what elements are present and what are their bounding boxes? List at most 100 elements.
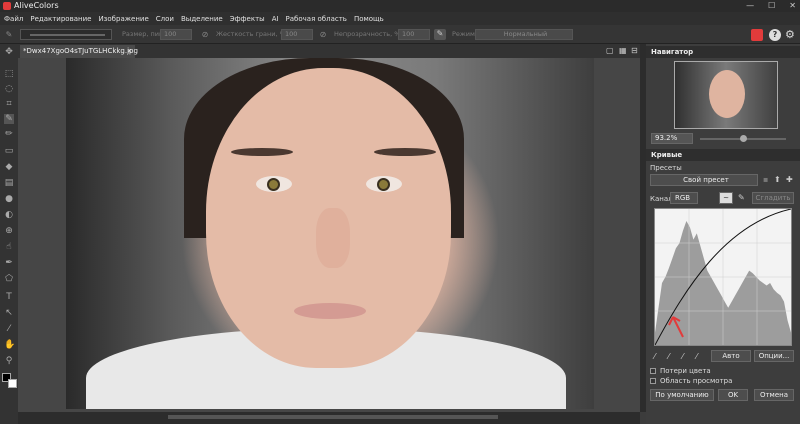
eyedropper-tool-icon[interactable]: ⁄ — [4, 324, 14, 334]
horizontal-scroll-thumb[interactable] — [168, 415, 498, 419]
menu-edit[interactable]: Редактирование — [30, 15, 91, 23]
brush-tool-icon[interactable]: ✎ — [4, 114, 14, 124]
menu-ai[interactable]: AI — [272, 15, 279, 23]
blend-mode-dropdown[interactable]: Нормальный — [475, 29, 573, 40]
photo-left-eye — [256, 176, 292, 192]
color-loss-label: Потери цвета — [660, 367, 711, 375]
fill-tool-icon[interactable]: ◆ — [4, 162, 14, 172]
pressure-hardness-icon[interactable]: ⊘ — [318, 30, 328, 39]
curves-graph[interactable] — [654, 208, 792, 346]
portrait-photo[interactable] — [66, 58, 594, 409]
right-panel: Навигатор 93.2% Кривые Пресеты Свой прес… — [646, 44, 800, 424]
app-title: AliveColors — [14, 1, 59, 10]
zoom-slider-knob[interactable] — [740, 135, 747, 142]
menu-layers[interactable]: Слои — [156, 15, 174, 23]
pressure-size-icon[interactable]: ⊘ — [200, 30, 210, 39]
preview-area-checkbox[interactable] — [650, 378, 656, 384]
maximize-button[interactable]: ☐ — [768, 0, 775, 12]
pressure-opacity-icon[interactable]: ✎ — [434, 29, 446, 40]
options-button[interactable]: Опции... — [754, 350, 794, 362]
minimize-button[interactable]: — — [746, 0, 754, 12]
navigator-thumbnail[interactable] — [674, 61, 778, 129]
menu-image[interactable]: Изображение — [98, 15, 148, 23]
preview-area-label: Область просмотра — [660, 377, 733, 385]
menu-file[interactable]: Файл — [4, 15, 23, 23]
hand-tool-icon[interactable]: ✋ — [4, 340, 15, 350]
dodge-tool-icon[interactable]: ◐ — [4, 210, 14, 220]
gradient-tool-icon[interactable]: ▤ — [4, 178, 14, 188]
app-logo-icon — [3, 2, 11, 10]
cancel-button[interactable]: Отмена — [754, 389, 794, 401]
opacity-input[interactable]: 100 — [398, 29, 430, 40]
eraser-tool-icon[interactable]: ▭ — [4, 146, 14, 156]
close-button[interactable]: ✕ — [789, 0, 796, 12]
auto-button[interactable]: Авто — [711, 350, 751, 362]
navigator-header: Навигатор — [646, 46, 800, 58]
ok-button[interactable]: OK — [718, 389, 748, 401]
arrange-icon[interactable]: ⊟ — [631, 46, 638, 55]
opacity-label: Непрозрачность, % — [334, 30, 401, 38]
color-loss-checkbox[interactable] — [650, 368, 656, 374]
photo-mouth — [294, 303, 366, 319]
mode-label: Режим — [452, 30, 475, 38]
photo-left-brow — [231, 148, 293, 156]
smooth-button[interactable]: Сгладить — [752, 192, 794, 204]
save-preset-icon[interactable]: ⬆ — [774, 175, 781, 184]
marquee-tool-icon[interactable]: ⬚ — [4, 69, 14, 79]
background-color-swatch[interactable] — [8, 379, 17, 388]
menu-effects[interactable]: Эффекты — [230, 15, 265, 23]
document-tab-title: *Dwx47XgoO4sTJuTGLHCkkg.jpg — [23, 47, 138, 55]
document-tab[interactable]: *Dwx47XgoO4sTJuTGLHCkkg.jpg ✕ — [20, 45, 138, 58]
hardness-label: Жесткость грани, % — [216, 30, 286, 38]
notification-icon[interactable] — [751, 29, 763, 41]
menu-bar: Файл Редактирование Изображение Слои Выд… — [0, 12, 800, 25]
presets-label: Пресеты — [650, 164, 682, 172]
tools-panel: ✥ ⬚ ◌ ⌗ ✎ ✏ ▭ ◆ ▤ ● ◐ ⊕ ☝ ✒ ⬠ T ↖ ⁄ ✋ ⚲ — [0, 44, 18, 424]
brush-preset-picker[interactable] — [20, 29, 112, 40]
text-tool-icon[interactable]: T — [4, 292, 14, 302]
menu-help[interactable]: Помощь — [354, 15, 384, 23]
add-preset-icon[interactable]: ✚ — [786, 175, 793, 184]
size-input[interactable]: 100 — [160, 29, 192, 40]
default-button[interactable]: По умолчанию — [650, 389, 714, 401]
zoom-dropdown[interactable]: 93.2% — [651, 133, 693, 144]
hardness-input[interactable]: 100 — [281, 29, 313, 40]
black-point-eyedropper-icon[interactable]: ⁄ — [654, 352, 655, 361]
curve-point-eyedropper-icon[interactable]: ⁄ — [696, 352, 697, 361]
channel-dropdown[interactable]: RGB — [670, 192, 698, 204]
blur-tool-icon[interactable]: ● — [4, 194, 14, 204]
options-bar: ✎ Размер, пикс 100 ⊘ Жесткость грани, % … — [0, 25, 800, 44]
grid-view-icon[interactable]: ▦ — [619, 46, 627, 55]
photo-right-brow — [374, 148, 436, 156]
smudge-tool-icon[interactable]: ☝ — [4, 242, 14, 252]
document-info-icon[interactable]: ▢ — [606, 46, 614, 55]
curve-mode-icon[interactable]: ~ — [719, 192, 733, 204]
photo-right-eye — [366, 176, 402, 192]
horizontal-scrollbar[interactable] — [18, 412, 640, 424]
settings-gear-icon[interactable]: ⚙ — [785, 28, 795, 41]
menu-workspace[interactable]: Рабочая область — [286, 15, 347, 23]
document-tab-bar: *Dwx47XgoO4sTJuTGLHCkkg.jpg ✕ ▢ ▦ ⊟ — [18, 44, 640, 58]
curves-header: Кривые — [646, 149, 800, 161]
path-select-tool-icon[interactable]: ↖ — [4, 308, 14, 318]
clone-tool-icon[interactable]: ⊕ — [4, 226, 14, 236]
preset-dropdown[interactable]: Свой пресет — [650, 174, 758, 186]
help-icon[interactable]: ? — [769, 29, 781, 41]
tab-close-icon[interactable]: ✕ — [127, 45, 132, 58]
delete-preset-icon[interactable]: ▪ — [763, 175, 768, 184]
menu-select[interactable]: Выделение — [181, 15, 223, 23]
move-tool-icon[interactable]: ✥ — [4, 47, 14, 57]
photo-nose — [316, 208, 350, 268]
white-point-eyedropper-icon[interactable]: ⁄ — [682, 352, 683, 361]
zoom-tool-icon[interactable]: ⚲ — [4, 356, 14, 366]
lasso-tool-icon[interactable]: ◌ — [4, 84, 14, 94]
brush-icon: ✎ — [5, 30, 13, 39]
crop-tool-icon[interactable]: ⌗ — [4, 99, 14, 109]
shape-tool-icon[interactable]: ⬠ — [4, 274, 14, 284]
histogram-svg — [654, 208, 792, 346]
gray-point-eyedropper-icon[interactable]: ⁄ — [668, 352, 669, 361]
pencil-tool-icon[interactable]: ✏ — [4, 129, 14, 139]
title-bar: AliveColors — ☐ ✕ — [0, 0, 800, 12]
pen-tool-icon[interactable]: ✒ — [4, 258, 14, 268]
pencil-mode-icon[interactable]: ✎ — [738, 193, 745, 202]
